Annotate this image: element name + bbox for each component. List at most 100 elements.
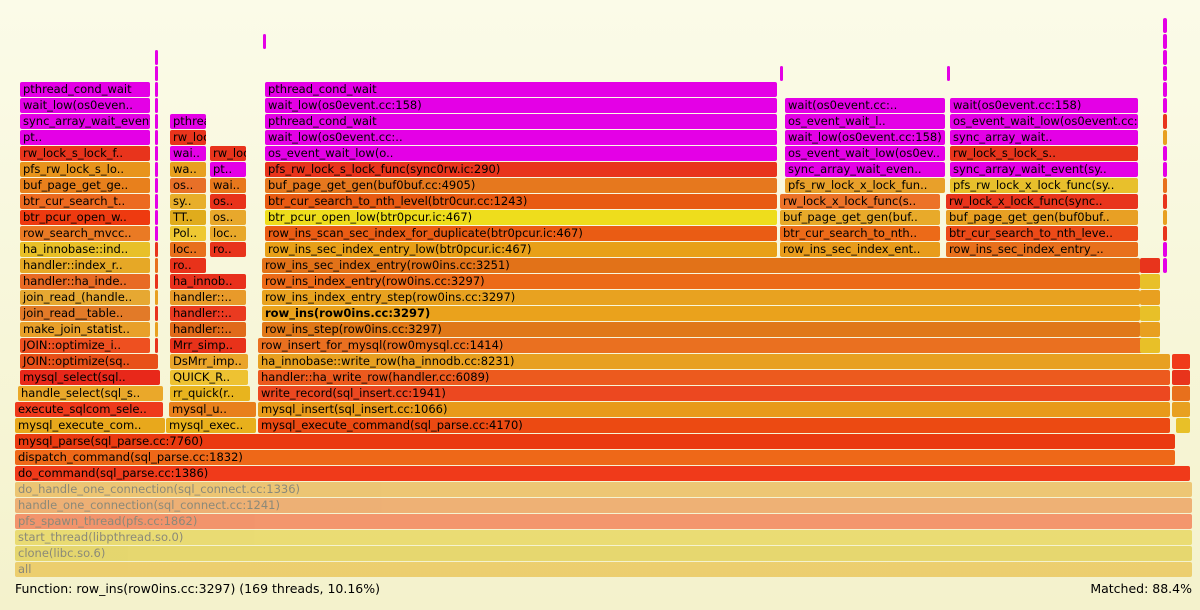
flame-frame-sliver[interactable] xyxy=(1163,210,1167,225)
flame-frame[interactable]: loc.. xyxy=(210,226,246,241)
flame-frame[interactable]: mysql_execute_com.. xyxy=(15,418,165,433)
flame-frame-sliver[interactable] xyxy=(1163,162,1167,177)
flame-frame[interactable]: btr_cur_search_t.. xyxy=(20,194,150,209)
flame-frame-sliver[interactable] xyxy=(1163,98,1167,113)
flame-frame[interactable]: buf_page_get_gen(buf0buf.cc:4905) xyxy=(265,178,777,193)
flame-frame[interactable]: pfs_rw_lock_x_lock_func(sy.. xyxy=(950,178,1138,193)
flame-frame-sliver[interactable] xyxy=(155,162,158,177)
flame-frame-sliver[interactable] xyxy=(1163,194,1167,209)
flame-frame[interactable]: wai.. xyxy=(170,146,206,161)
flame-frame-sliver[interactable] xyxy=(1163,226,1167,241)
flame-frame[interactable]: wait(os0event.cc:158) xyxy=(950,98,1138,113)
flame-frame-sliver[interactable] xyxy=(155,82,158,97)
flame-frame[interactable]: rw_lock_x_lock_func(s.. xyxy=(780,194,940,209)
flame-frame[interactable]: start_thread(libpthread.so.0) xyxy=(15,530,1192,545)
flame-frame-sliver[interactable] xyxy=(155,322,158,337)
flame-frame[interactable]: handler::.. xyxy=(170,306,246,321)
flame-frame-sliver[interactable] xyxy=(1163,114,1167,129)
flame-frame[interactable]: join_read_(handle.. xyxy=(20,290,150,305)
flame-frame[interactable]: wa.. xyxy=(170,162,206,177)
flame-frame[interactable]: mysql_insert(sql_insert.cc:1066) xyxy=(258,402,1170,417)
flame-frame[interactable]: btr_pcur_open_low(btr0pcur.ic:467) xyxy=(265,210,777,225)
flame-frame[interactable]: rw_lock_s_lock_spin(sync0rw.cc:373) xyxy=(170,130,206,145)
flame-frame[interactable]: wait_low(os0event.cc:158) xyxy=(785,130,945,145)
flame-frame[interactable]: dispatch_command(sql_parse.cc:1832) xyxy=(15,450,1175,465)
flame-frame-sliver[interactable] xyxy=(1140,290,1160,305)
flame-frame-sliver[interactable] xyxy=(1163,50,1167,65)
flame-frame[interactable]: mysql_exec.. xyxy=(166,418,256,433)
flame-frame[interactable]: os.. xyxy=(210,194,246,209)
flame-frame-sliver[interactable] xyxy=(155,50,158,65)
flame-frame[interactable]: wait_low(os0event.cc:.. xyxy=(265,130,777,145)
flame-frame[interactable]: row_ins(row0ins.cc:3297) xyxy=(262,306,1140,321)
flame-frame[interactable]: pfs_spawn_thread(pfs.cc:1862) xyxy=(15,514,1192,529)
flame-frame[interactable]: os_event_wait_l.. xyxy=(785,114,945,129)
flame-frame[interactable]: do_handle_one_connection(sql_connect.cc:… xyxy=(15,482,1192,497)
flame-frame[interactable]: mysql_parse(sql_parse.cc:7760) xyxy=(15,434,1175,449)
flame-frame[interactable]: rw_lock_s_lock_f.. xyxy=(20,146,150,161)
flame-frame[interactable]: handler::ha_write_row(handler.cc:6089) xyxy=(258,370,1170,385)
flame-frame[interactable]: clone(libc.so.6) xyxy=(15,546,1192,561)
flame-frame[interactable]: row_ins_sec_index_entry_.. xyxy=(946,242,1138,257)
flame-frame-sliver[interactable] xyxy=(155,258,158,273)
flame-frame[interactable]: pthread_cond_wait xyxy=(265,114,777,129)
flame-frame-sliver[interactable] xyxy=(1163,130,1167,145)
flame-frame-sliver[interactable] xyxy=(1163,82,1167,97)
flame-frame[interactable]: wait_low(os0even.. xyxy=(20,98,150,113)
flame-frame[interactable]: handle_select(sql_s.. xyxy=(18,386,163,401)
flame-frame[interactable]: btr_cur_search_to_nth_leve.. xyxy=(946,226,1138,241)
flame-frame-sliver[interactable] xyxy=(155,242,158,257)
flame-frame[interactable]: sync_array_wait_event(sy.. xyxy=(950,162,1138,177)
flame-frame[interactable]: row_ins_sec_index_entry(row0ins.cc:3251) xyxy=(262,258,1140,273)
flame-frame-sliver[interactable] xyxy=(1140,274,1160,289)
flame-frame[interactable]: pthread_cond_wait xyxy=(20,82,150,97)
flame-frame[interactable]: pt.. xyxy=(210,162,246,177)
flame-frame[interactable]: handler::.. xyxy=(170,290,246,305)
flame-frame-sliver[interactable] xyxy=(1140,338,1160,353)
flame-frame-sliver[interactable] xyxy=(947,66,950,81)
flame-frame[interactable]: handler::index_r.. xyxy=(20,258,150,273)
flame-frame[interactable]: ha_innobase::ind.. xyxy=(20,242,150,257)
flame-frame[interactable]: btr_cur_search_to_nth_level(btr0cur.cc:1… xyxy=(265,194,777,209)
flame-frame[interactable]: rr_quick(r.. xyxy=(170,386,250,401)
flame-frame[interactable]: row_ins_sec_index_ent.. xyxy=(780,242,940,257)
flame-frame[interactable]: do_command(sql_parse.cc:1386) xyxy=(15,466,1190,481)
flame-frame[interactable]: pt.. xyxy=(20,130,150,145)
flame-frame[interactable]: buf_page_get_gen(buf.. xyxy=(780,210,940,225)
flame-frame[interactable]: sync_array_wait_event(sync0arr.cc:471) xyxy=(20,114,150,129)
flame-frame[interactable]: ha_innob.. xyxy=(170,274,246,289)
flame-frame[interactable]: os_event_wait_low(o.. xyxy=(265,146,777,161)
flame-frame[interactable]: execute_sqlcom_sele.. xyxy=(15,402,163,417)
flame-frame[interactable]: sync_array_wait.. xyxy=(950,130,1138,145)
flame-frame[interactable]: handle_one_connection(sql_connect.cc:124… xyxy=(15,498,1192,513)
flame-frame-sliver[interactable] xyxy=(1163,146,1167,161)
flame-frame[interactable]: os_event_wait_low(os0event.cc:158) xyxy=(950,114,1138,129)
flame-frame[interactable]: row_insert_for_mysql(row0mysql.cc:1414) xyxy=(258,338,1143,353)
flame-frame[interactable]: pthread_cond_wait xyxy=(265,82,777,97)
flame-frame[interactable]: btr_pcur_open_w.. xyxy=(20,210,150,225)
flame-frame[interactable]: loc.. xyxy=(170,242,206,257)
flame-frame[interactable]: mysql_select(sql.. xyxy=(20,370,160,385)
flame-frame-sliver[interactable] xyxy=(155,338,158,353)
flame-frame[interactable]: os.. xyxy=(210,210,246,225)
flame-frame-sliver[interactable] xyxy=(1163,242,1167,257)
flame-frame[interactable]: ro.. xyxy=(170,258,206,273)
flame-frame-sliver[interactable] xyxy=(780,66,783,81)
flame-frame[interactable]: wait(os0event.cc:.. xyxy=(785,98,945,113)
flame-frame[interactable]: DsMrr_imp.. xyxy=(170,354,248,369)
flame-frame[interactable]: JOIN::optimize(sq.. xyxy=(20,354,158,369)
flame-frame[interactable]: ha_innobase::write_row(ha_innodb.cc:8231… xyxy=(258,354,1170,369)
flame-frame[interactable]: JOIN::optimize_i.. xyxy=(20,338,150,353)
flame-frame[interactable]: handler::.. xyxy=(170,322,246,337)
flame-frame[interactable]: wait_low(os0event.cc:158) xyxy=(265,98,777,113)
flame-frame[interactable]: TT.. xyxy=(170,210,206,225)
flame-frame-sliver[interactable] xyxy=(1176,418,1190,433)
flame-frame[interactable]: row_ins_index_entry_step(row0ins.cc:3297… xyxy=(262,290,1140,305)
flame-frame-sliver[interactable] xyxy=(1172,402,1190,417)
flame-frame[interactable]: buf_page_get_gen(buf0buf.. xyxy=(946,210,1138,225)
flame-frame-sliver[interactable] xyxy=(263,34,266,49)
flame-frame-sliver[interactable] xyxy=(1163,18,1167,33)
flame-frame-sliver[interactable] xyxy=(1163,66,1167,81)
flame-frame-sliver[interactable] xyxy=(155,290,158,305)
flame-frame[interactable]: sync_array_wait_even.. xyxy=(785,162,945,177)
